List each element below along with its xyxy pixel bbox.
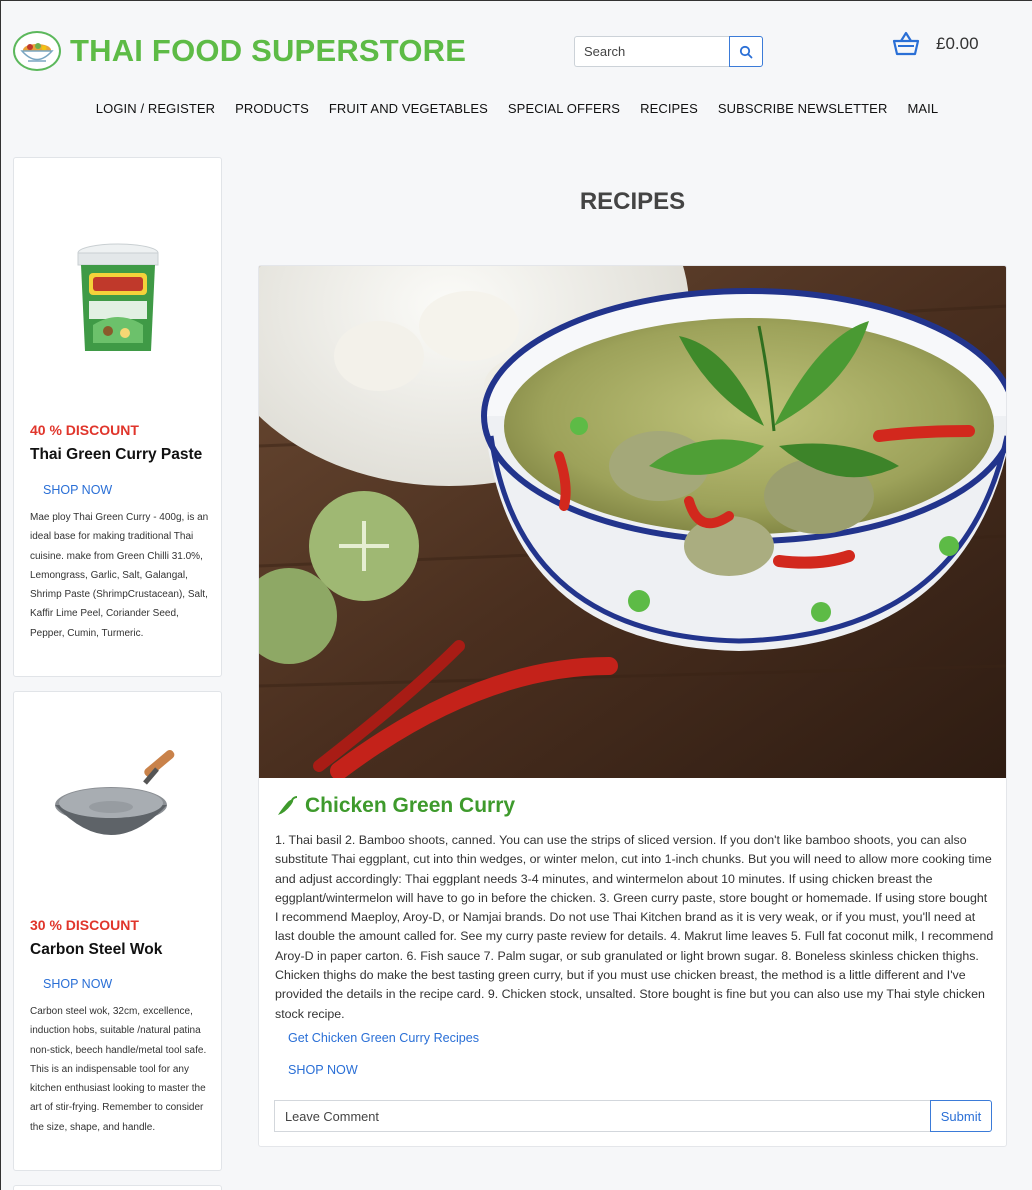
shop-now-link[interactable]: SHOP NOW (288, 1063, 358, 1077)
nav-login-register[interactable]: LOGIN / REGISTER (96, 101, 215, 116)
store-name: THAI FOOD SUPERSTORE (70, 33, 467, 68)
shop-now-link[interactable]: SHOP NOW (43, 977, 112, 991)
wok-image[interactable] (50, 732, 186, 868)
search-button[interactable] (729, 36, 763, 67)
shop-now-link[interactable]: SHOP NOW (43, 483, 112, 497)
nav-special-offers[interactable]: SPECIAL OFFERS (508, 101, 620, 116)
chili-pepper-icon (278, 796, 298, 815)
discount-label: 40 % DISCOUNT (30, 422, 139, 438)
get-recipe-link[interactable]: Get Chicken Green Curry Recipes (288, 1031, 479, 1045)
cart-total: £0.00 (936, 34, 979, 53)
curry-paste-image[interactable] (50, 233, 186, 369)
product-name: Carbon Steel Wok (30, 941, 163, 958)
recipe-title: Chicken Green Curry (275, 794, 515, 818)
page-title: RECIPES (579, 188, 686, 215)
basket-icon (892, 31, 920, 56)
product-card (13, 1185, 222, 1190)
search-bar (574, 36, 763, 67)
recipe-ingredients: 1. Thai basil 2. Bamboo shoots, canned. … (275, 833, 994, 1021)
nav-fruit-and-vegetables[interactable]: FRUIT AND VEGETABLES (329, 101, 488, 116)
food-bowl-icon (13, 31, 61, 71)
comment-input[interactable] (274, 1100, 930, 1132)
nav-mail[interactable]: MAIL (907, 101, 938, 116)
product-name: Thai Green Curry Paste (30, 446, 203, 463)
submit-button[interactable]: Submit (930, 1100, 992, 1132)
discount-label: 30 % DISCOUNT (30, 917, 139, 933)
product-card: 30 % DISCOUNT Carbon Steel Wok SHOP NOW … (13, 691, 222, 1171)
cart[interactable]: £0.00 (892, 31, 979, 57)
search-input[interactable] (574, 36, 729, 67)
product-card: 40 % DISCOUNT Thai Green Curry Paste SHO… (13, 157, 222, 677)
nav-recipes[interactable]: RECIPES (640, 101, 698, 116)
main-nav: LOGIN / REGISTER PRODUCTS FRUIT AND VEGE… (1, 101, 1032, 116)
recipe-card: Chicken Green Curry 1. Thai basil 2. Bam… (258, 265, 1007, 1147)
product-description: Carbon steel wok, 32cm, excellence, indu… (30, 1006, 207, 1133)
search-icon (739, 45, 753, 58)
recipe-title-text: Chicken Green Curry (305, 794, 516, 817)
green-curry-photo (259, 266, 1006, 780)
nav-subscribe-newsletter[interactable]: SUBSCRIBE NEWSLETTER (718, 101, 888, 116)
nav-products[interactable]: PRODUCTS (235, 101, 309, 116)
product-description: Mae ploy Thai Green Curry - 400g, is an … (30, 512, 209, 639)
comment-form: Submit (274, 1100, 992, 1132)
store-logo[interactable]: THAI FOOD SUPERSTORE (13, 31, 466, 71)
